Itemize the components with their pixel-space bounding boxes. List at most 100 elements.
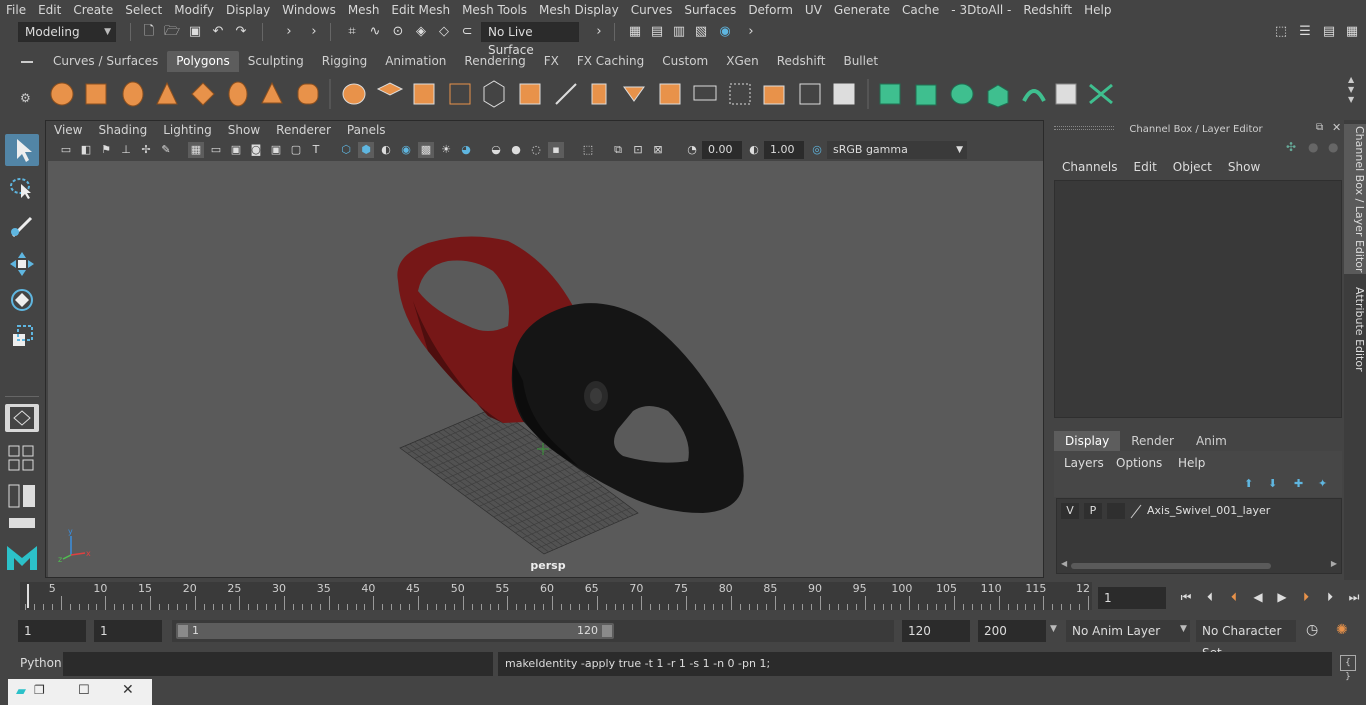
wireframe-on-shaded-icon[interactable]: ◐ [378, 142, 394, 158]
panel-menu-renderer[interactable]: Renderer [268, 121, 339, 139]
gamma-icon[interactable]: ◐ [746, 142, 762, 158]
xray-components-icon[interactable]: ◌ [528, 142, 544, 158]
time-slider[interactable]: 5 10 15 20 25 30 35 40 45 50 55 60 65 70 75 80 85 90 95 100… [20, 582, 1092, 610]
panel-menu-view[interactable]: View [46, 121, 90, 139]
save-scene-icon[interactable]: ▣ [186, 23, 204, 41]
shelf-tab-fx-caching[interactable]: FX Caching [568, 51, 653, 72]
layer-tab-anim[interactable]: Anim [1185, 431, 1238, 451]
panel-menu-shading[interactable]: Shading [90, 121, 155, 139]
snap-curve-icon[interactable]: ∿ [366, 23, 384, 41]
menu-display[interactable]: Display [220, 0, 276, 20]
image-plane-icon[interactable]: ⊥ [118, 142, 134, 158]
tab-attribute-editor[interactable]: Attribute Editor [1344, 284, 1366, 374]
scale-tool-button[interactable] [5, 320, 39, 352]
shelf-tabs-menu-icon[interactable] [21, 61, 33, 63]
lasso-tool-button[interactable] [5, 172, 39, 204]
field-chart-icon[interactable]: ▣ [268, 142, 284, 158]
select-camera-icon[interactable]: ⬚ [580, 142, 596, 158]
render-frame-icon[interactable]: ▤ [648, 23, 666, 41]
move-layer-down-icon[interactable]: ⬇ [1268, 477, 1277, 490]
menu-edit[interactable]: Edit [32, 0, 67, 20]
xray-joints-icon[interactable]: ● [508, 142, 524, 158]
layer-tab-display[interactable]: Display [1054, 431, 1121, 451]
layers-menu[interactable]: Layers [1064, 456, 1104, 470]
open-scene-icon[interactable]: 🗁 [163, 23, 181, 41]
layer-color-swatch[interactable] [1129, 503, 1143, 519]
play-forward-icon[interactable]: ▶ [1270, 590, 1294, 604]
safe-action-icon[interactable]: ▢ [288, 142, 304, 158]
step-forward-icon[interactable]: ⏵ [1318, 590, 1342, 605]
playback-start-field[interactable]: 1 [94, 620, 162, 642]
shelf-tab-rigging[interactable]: Rigging [313, 51, 376, 72]
channel-menu-show[interactable]: Show [1220, 160, 1268, 178]
snap-grid-icon[interactable]: ⌗ [343, 23, 361, 41]
smooth-shade-icon[interactable]: ⬢ [358, 142, 374, 158]
shelf-tab-fx[interactable]: FX [535, 51, 568, 72]
layer-display-type-toggle[interactable] [1107, 503, 1125, 519]
snap-surface-icon[interactable]: ◇ [435, 23, 453, 41]
tab-channel-box[interactable]: Channel Box / Layer Editor [1344, 124, 1366, 274]
menu-curves[interactable]: Curves [625, 0, 679, 20]
anti-alias-icon[interactable]: ⊠ [650, 142, 666, 158]
go-to-start-icon[interactable]: ⏮ [1174, 590, 1198, 605]
go-to-end-icon[interactable]: ⏭ [1342, 590, 1366, 605]
restore-window-icon[interactable]: ❐ [34, 683, 45, 697]
close-window-icon[interactable]: ✕ [122, 682, 134, 698]
menu-select[interactable]: Select [119, 0, 168, 20]
menu-mesh-tools[interactable]: Mesh Tools [456, 0, 533, 20]
snap-view-icon[interactable]: ◈ [412, 23, 430, 41]
channel-box-toggle-icon[interactable]: ▦ [1343, 23, 1361, 41]
shelf-tab-sculpting[interactable]: Sculpting [239, 51, 313, 72]
snap-point-icon[interactable]: ⊙ [389, 23, 407, 41]
channel-menu-edit[interactable]: Edit [1126, 160, 1165, 178]
close-panel-icon[interactable]: ✕ [1332, 121, 1341, 134]
chevron-down-icon[interactable]: ▼ [1050, 624, 1057, 634]
grease-pencil-icon[interactable]: ✎ [158, 142, 174, 158]
menu-file[interactable]: File [0, 0, 32, 20]
render-settings-icon[interactable]: ▦ [626, 23, 644, 41]
redo-icon[interactable]: ↷ [232, 23, 250, 41]
camera-attributes-icon[interactable]: ◧ [78, 142, 94, 158]
channel-box-area[interactable] [1054, 180, 1342, 418]
workspace-icon[interactable]: ⬚ [1272, 23, 1290, 41]
lighting-icon[interactable]: ▩ [418, 142, 434, 158]
live-surface-field[interactable]: No Live Surface [481, 22, 579, 57]
chevron-down-icon[interactable]: ▼ [1180, 624, 1187, 634]
gate-mask-icon[interactable]: ◙ [248, 142, 264, 158]
menu-mesh[interactable]: Mesh [342, 0, 386, 20]
expand-arrow-icon[interactable]: › [305, 23, 323, 41]
shelf-tab-animation[interactable]: Animation [376, 51, 455, 72]
menu-help[interactable]: Help [1078, 0, 1117, 20]
color-management-icon[interactable]: ◎ [809, 142, 825, 158]
camera-select-icon[interactable]: ▭ [58, 142, 74, 158]
hyperbolic-icon[interactable]: ● [1328, 140, 1338, 154]
ipr-render-icon[interactable]: ▥ [670, 23, 688, 41]
motion-blur-icon[interactable]: ⊡ [630, 142, 646, 158]
bookmark-icon[interactable]: ⚑ [98, 142, 114, 158]
layout-extra-button[interactable] [5, 516, 39, 530]
script-editor-icon[interactable]: { } [1340, 655, 1356, 682]
isolate-select-icon[interactable]: ▪ [548, 142, 564, 158]
layer-visibility-toggle[interactable]: V [1061, 503, 1079, 519]
shelf-settings-gear-icon[interactable]: ⚙ [20, 91, 31, 105]
2d-pan-zoom-icon[interactable]: ✢ [138, 142, 154, 158]
play-backward-icon[interactable]: ◀ [1246, 590, 1270, 604]
layer-playback-toggle[interactable]: P [1084, 503, 1102, 519]
step-back-key-icon[interactable]: ⏴ [1222, 590, 1246, 605]
menu-surfaces[interactable]: Surfaces [678, 0, 742, 20]
shelf-tab-polygons[interactable]: Polygons [167, 51, 239, 72]
gamma-field[interactable]: 1.00 [764, 141, 804, 159]
animation-end-field[interactable]: 200 [978, 620, 1046, 642]
menu-uv[interactable]: UV [799, 0, 828, 20]
manipulator-icon[interactable]: ✣ [1286, 140, 1296, 154]
script-language-label[interactable]: Python [20, 656, 62, 670]
playback-end-field[interactable]: 120 [902, 620, 970, 642]
move-layer-up-icon[interactable]: ⬆ [1244, 477, 1253, 490]
ambient-occlusion-icon[interactable]: ◕ [458, 142, 474, 158]
menu-create[interactable]: Create [67, 0, 119, 20]
shelf-tab-rendering[interactable]: Rendering [455, 51, 534, 72]
animation-start-field[interactable]: 1 [18, 620, 86, 642]
options-menu[interactable]: Options [1116, 456, 1162, 470]
expand-arrow-icon[interactable]: › [742, 23, 760, 41]
render-view-icon[interactable]: ▧ [692, 23, 710, 41]
